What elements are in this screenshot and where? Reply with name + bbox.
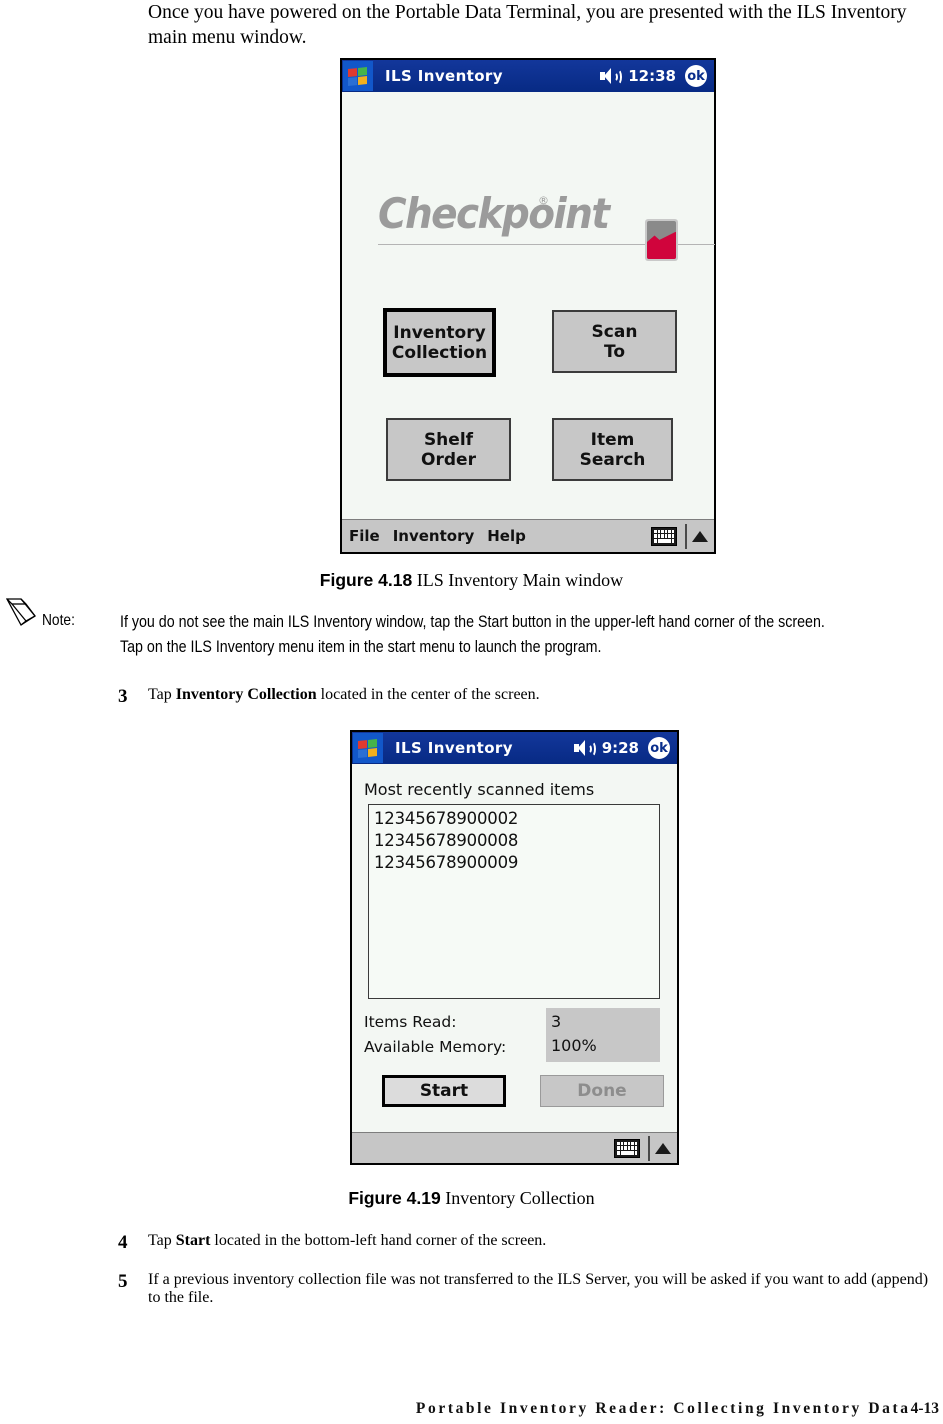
step-4-text: Tap Start located in the bottom-left han…: [148, 1232, 943, 1250]
figure-4-18-text: ILS Inventory Main window: [416, 570, 624, 590]
windows-flag-icon[interactable]: [353, 733, 383, 763]
available-memory-value: 100%: [551, 1036, 597, 1055]
shelf-order-button[interactable]: Shelf Order: [386, 418, 511, 481]
scan-to-label-2: To: [603, 341, 626, 362]
keyboard-icon[interactable]: [614, 1138, 640, 1158]
shelf-order-label-1: Shelf: [423, 429, 474, 450]
shelf-order-label-2: Order: [421, 449, 476, 470]
scanned-items-label: Most recently scanned items: [364, 780, 595, 799]
available-memory-label: Available Memory:: [364, 1038, 507, 1056]
step-3-number: 3: [118, 686, 128, 707]
page-footer: Portable Inventory Reader: Collecting In…: [0, 1400, 943, 1418]
step-5-text: If a previous inventory collection file …: [148, 1271, 929, 1306]
pda1-ok-button[interactable]: ok: [685, 65, 707, 87]
inventory-collection-button[interactable]: Inventory Collection: [383, 308, 496, 377]
registered-mark-icon: ®: [538, 194, 549, 207]
note-text: If you do not see the main ILS Inventory…: [120, 613, 825, 656]
stats-values-box: 3 100%: [546, 1008, 660, 1062]
items-read-value: 3: [551, 1012, 562, 1031]
pda1-menubar: File Inventory Help: [342, 519, 714, 552]
pda1-clock: 12:38: [628, 67, 676, 85]
item-search-label-1: Item: [590, 429, 635, 450]
menubar-divider: [685, 523, 687, 549]
list-item[interactable]: 12345678900009: [374, 852, 659, 874]
chevron-up-icon[interactable]: [655, 1142, 671, 1154]
speaker-volume-icon[interactable]: [600, 68, 623, 85]
item-search-label-2: Search: [579, 449, 646, 470]
menu-item-file[interactable]: File: [349, 527, 380, 545]
windows-flag-icon[interactable]: [343, 61, 373, 91]
figure-4-18-label: Figure 4.18: [319, 570, 413, 590]
figure-4-19-text: Inventory Collection: [445, 1188, 595, 1208]
scan-to-button[interactable]: Scan To: [552, 310, 677, 373]
items-read-label: Items Read:: [364, 1013, 457, 1031]
pda-screenshot-main-menu: ILS Inventory 12:38 ok Checkpoint ® Inve…: [340, 58, 716, 554]
footer-text: Portable Inventory Reader: Collecting In…: [415, 1400, 911, 1417]
start-button[interactable]: Start: [382, 1075, 506, 1107]
checkpoint-mark-icon: [645, 219, 678, 261]
keyboard-icon[interactable]: [651, 526, 677, 546]
figure-4-19-caption: Figure 4.19 Inventory Collection: [0, 1188, 943, 1209]
chevron-up-icon[interactable]: [692, 530, 708, 542]
pda2-app-title: ILS Inventory: [395, 739, 513, 757]
menu-item-inventory[interactable]: Inventory: [393, 527, 475, 545]
checkpoint-logo: Checkpoint ®: [342, 190, 715, 270]
step-3-text: Tap Inventory Collection located in the …: [148, 686, 943, 704]
list-item[interactable]: 12345678900008: [374, 830, 659, 852]
speaker-volume-icon[interactable]: [573, 740, 596, 757]
step-4-suffix: located in the bottom-left hand corner o…: [210, 1232, 547, 1249]
figure-4-19-label: Figure 4.19: [348, 1188, 441, 1208]
scanned-items-list[interactable]: 12345678900002 12345678900008 1234567890…: [368, 804, 660, 999]
pda1-app-title: ILS Inventory: [385, 67, 503, 85]
inventory-collection-label-1: Inventory: [393, 322, 486, 343]
note-label: Note:: [42, 612, 75, 629]
pda2-clock: 9:28: [601, 739, 639, 757]
pda1-titlebar-right: 12:38 ok: [600, 65, 714, 87]
pda2-menubar: [352, 1132, 677, 1163]
pda2-titlebar-right: 9:28 ok: [573, 737, 677, 759]
step-3-prefix: Tap: [148, 686, 176, 703]
step-4-number: 4: [118, 1232, 128, 1253]
checkpoint-wordmark: Checkpoint: [378, 190, 610, 239]
footer-page-number: 4-13: [910, 1400, 939, 1417]
pda-screenshot-inventory-collection: ILS Inventory 9:28 ok Most recently scan…: [350, 730, 679, 1165]
step-4-bold: Start: [175, 1232, 211, 1249]
pencil-note-icon: [5, 598, 36, 626]
intro-paragraph: Once you have powered on the Portable Da…: [148, 2, 907, 48]
pda1-titlebar: ILS Inventory 12:38 ok: [342, 60, 714, 92]
figure-4-18-caption: Figure 4.18 ILS Inventory Main window: [0, 570, 943, 591]
done-button: Done: [540, 1075, 664, 1107]
list-item[interactable]: 12345678900002: [374, 808, 659, 830]
item-search-button[interactable]: Item Search: [552, 418, 673, 481]
inventory-collection-label-2: Collection: [391, 342, 488, 363]
scan-to-label-1: Scan: [591, 321, 638, 342]
step-5-number: 5: [118, 1271, 128, 1292]
step-4-prefix: Tap: [148, 1232, 176, 1249]
step-3-bold: Inventory Collection: [175, 686, 317, 703]
menu-item-help[interactable]: Help: [487, 527, 526, 545]
pda2-ok-button[interactable]: ok: [648, 737, 670, 759]
step-3-suffix: located in the center of the screen.: [316, 686, 540, 703]
menubar-divider: [648, 1135, 650, 1161]
pda2-titlebar: ILS Inventory 9:28 ok: [352, 732, 677, 764]
